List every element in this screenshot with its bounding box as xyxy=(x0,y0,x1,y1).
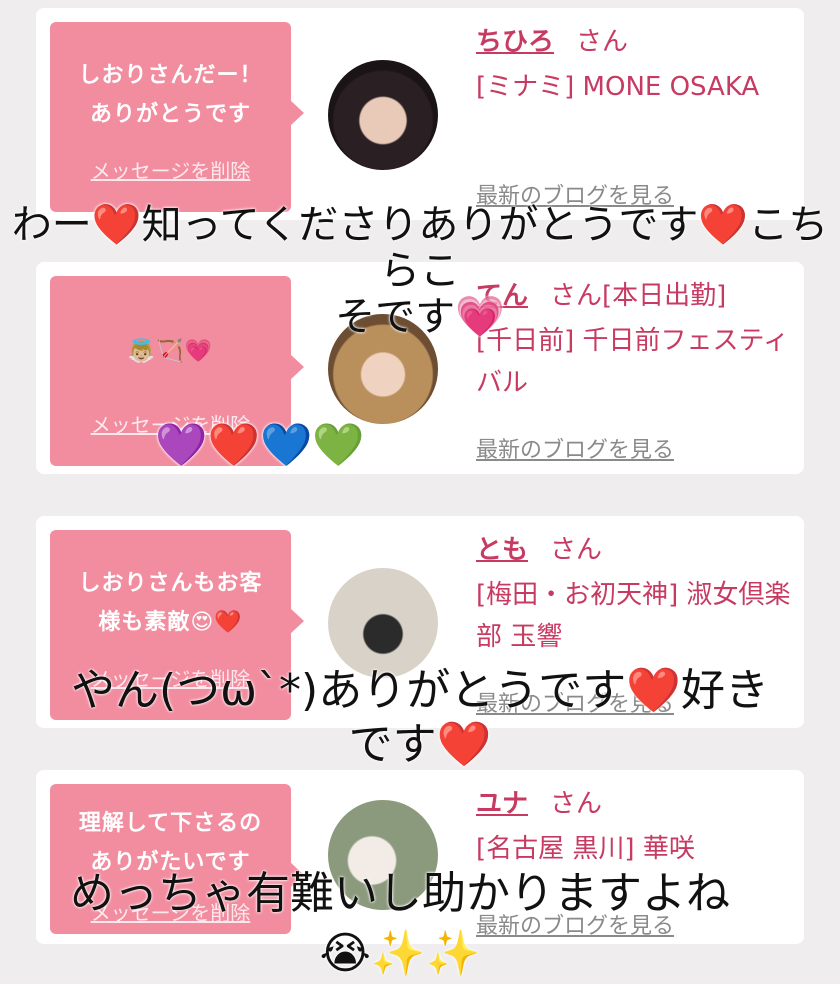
honorific: さん xyxy=(576,27,629,57)
avatar[interactable] xyxy=(328,60,438,170)
caption-overlay: わー❤️知ってくださりありがとうです❤️こちらこ そです💗 xyxy=(0,202,840,340)
delete-message-link[interactable]: メッセージを削除 xyxy=(50,155,291,184)
profile-name-link[interactable]: ユナ xyxy=(476,789,528,819)
caption-line: わー❤️知ってくださりありがとうです❤️こちらこ xyxy=(11,202,829,294)
honorific: さん xyxy=(550,789,603,819)
profile-info: ちひろ さん [ミナミ] MONE OSAKA 最新のブログを見る xyxy=(476,22,796,209)
message-line: 理解して下さるの xyxy=(78,811,263,836)
emoji-hearts-row: 💜❤️💙💚 xyxy=(0,422,680,468)
caption-line: です❤️ xyxy=(348,719,492,770)
profile-name-link[interactable]: とも xyxy=(476,535,528,565)
message-card: しおりさんだー！ ありがとうです メッセージを削除 ちひろ さん [ミナミ] MO… xyxy=(36,8,804,220)
honorific: さん xyxy=(550,535,603,565)
caption-overlay: めっちゃ有難いし助かりますよね 😭✨✨ xyxy=(0,864,820,984)
caption-line: そです💗 xyxy=(335,294,505,340)
avatar[interactable] xyxy=(328,568,438,678)
shop-name: [梅田・お初天神] 淑女倶楽部 玉響 xyxy=(476,580,791,652)
hearts-emoji: 💜❤️💙💚 xyxy=(155,420,365,469)
caption-line: やん(つω`*)ありがとうです❤️好き xyxy=(71,665,769,716)
caption-line: 😭✨✨ xyxy=(319,928,481,979)
profile-name-link[interactable]: ちひろ xyxy=(476,27,554,57)
message-line: しおりさんもお客 xyxy=(78,571,263,596)
caption-overlay: やん(つω`*)ありがとうです❤️好き です❤️ xyxy=(0,664,840,772)
caption-line: めっちゃ有難いし助かりますよね xyxy=(70,868,730,919)
profile-info: ユナ さん [名古屋 黒川] 華咲 最新のブログを見る xyxy=(476,784,796,939)
profile-info: とも さん [梅田・お初天神] 淑女倶楽部 玉響 最新のブログを見る xyxy=(476,530,796,717)
message-line: ありがとうです xyxy=(89,102,251,127)
message-bubble: しおりさんだー！ ありがとうです メッセージを削除 xyxy=(50,22,304,212)
message-line: しおりさんだー！ xyxy=(78,63,263,88)
message-line: 様も素敵😍❤️ xyxy=(98,610,243,635)
shop-name: [ミナミ] MONE OSAKA xyxy=(476,72,760,102)
